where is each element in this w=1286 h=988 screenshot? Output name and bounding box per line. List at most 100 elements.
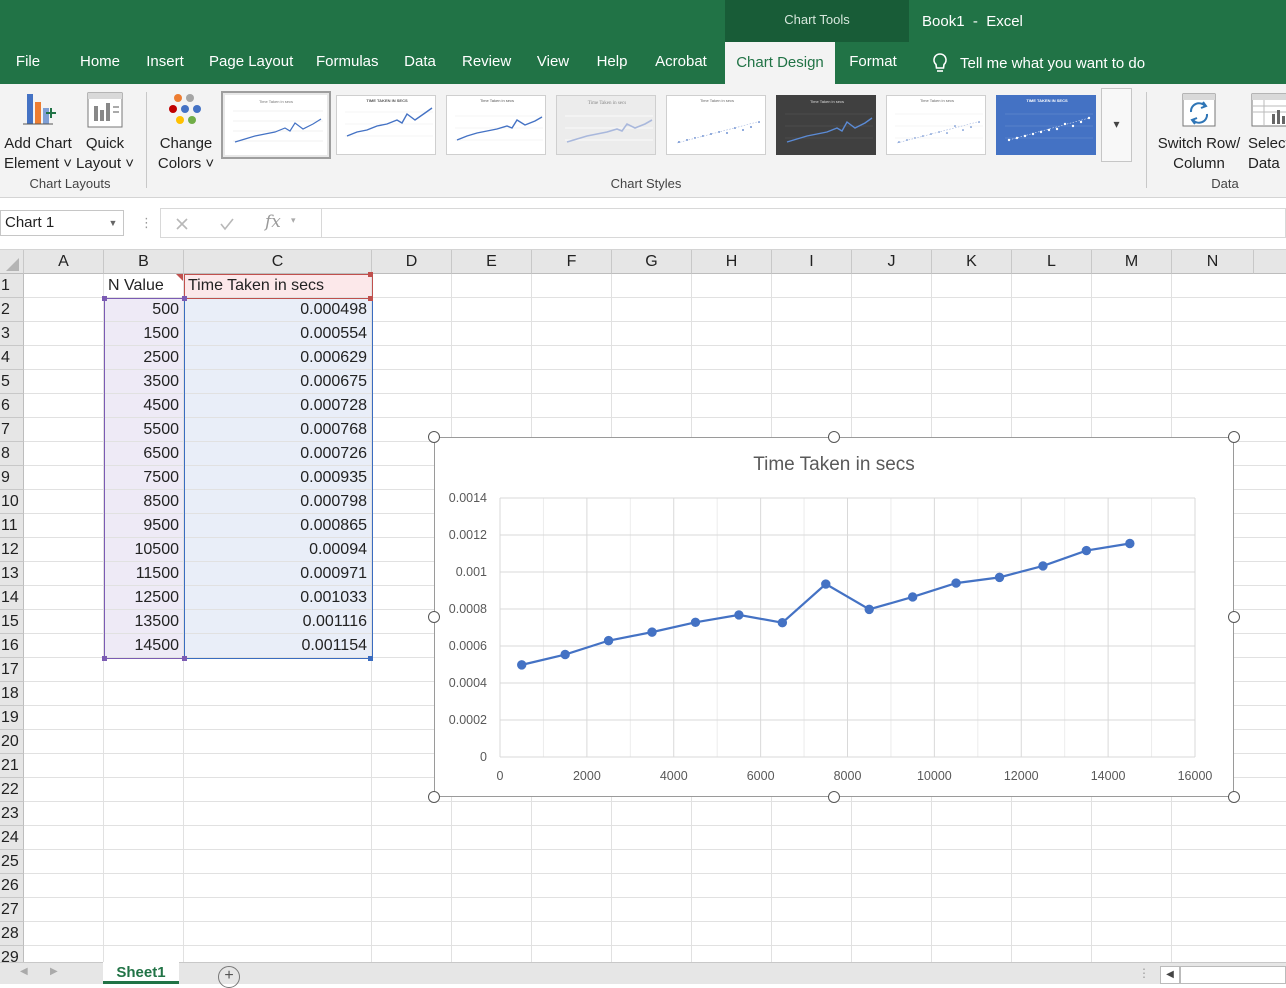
- data-point[interactable]: [603, 635, 614, 646]
- cell-I5[interactable]: [772, 370, 852, 394]
- column-header[interactable]: H: [692, 250, 772, 274]
- range-resize-handle[interactable]: [368, 272, 373, 277]
- cell-N1[interactable]: [1172, 274, 1286, 298]
- cell-J26[interactable]: [852, 874, 932, 898]
- cell-C18[interactable]: [184, 682, 372, 706]
- cell-A14[interactable]: [24, 586, 104, 610]
- cell-N23[interactable]: [1172, 802, 1286, 826]
- cell-D4[interactable]: [372, 346, 452, 370]
- cell-B20[interactable]: [104, 730, 184, 754]
- cell-K26[interactable]: [932, 874, 1012, 898]
- cell-I26[interactable]: [772, 874, 852, 898]
- cell-E2[interactable]: [452, 298, 532, 322]
- cell-A28[interactable]: [24, 922, 104, 946]
- cell-H6[interactable]: [692, 394, 772, 418]
- cell-G6[interactable]: [612, 394, 692, 418]
- column-header[interactable]: E: [452, 250, 532, 274]
- cell-A22[interactable]: [24, 778, 104, 802]
- cell-G24[interactable]: [612, 826, 692, 850]
- cell-I23[interactable]: [772, 802, 852, 826]
- cell-F6[interactable]: [532, 394, 612, 418]
- column-header[interactable]: I: [772, 250, 852, 274]
- row-header[interactable]: 23: [0, 802, 24, 826]
- cell-J5[interactable]: [852, 370, 932, 394]
- enter-icon[interactable]: [219, 217, 235, 231]
- data-point[interactable]: [864, 604, 874, 615]
- data-point[interactable]: [821, 579, 831, 589]
- cell-D23[interactable]: [372, 802, 452, 826]
- cell-M23[interactable]: [1092, 802, 1172, 826]
- cell-A10[interactable]: [24, 490, 104, 514]
- chart-style-1[interactable]: Time Taken in secs: [221, 91, 331, 159]
- cell-I6[interactable]: [772, 394, 852, 418]
- cell-A6[interactable]: [24, 394, 104, 418]
- cell-A18[interactable]: [24, 682, 104, 706]
- cell-J3[interactable]: [852, 322, 932, 346]
- cell-D1[interactable]: [372, 274, 452, 298]
- cell-C20[interactable]: [184, 730, 372, 754]
- cell-E23[interactable]: [452, 802, 532, 826]
- cell-A26[interactable]: [24, 874, 104, 898]
- cell-D25[interactable]: [372, 850, 452, 874]
- column-header[interactable]: D: [372, 250, 452, 274]
- chart-resize-handle[interactable]: [1228, 611, 1240, 623]
- chart-style-4[interactable]: Time Taken in secs: [556, 95, 656, 155]
- cell-F25[interactable]: [532, 850, 612, 874]
- cell-C29[interactable]: [184, 946, 372, 962]
- cell-K24[interactable]: [932, 826, 1012, 850]
- chart-resize-handle[interactable]: [428, 791, 440, 803]
- cell-A12[interactable]: [24, 538, 104, 562]
- column-header[interactable]: G: [612, 250, 692, 274]
- data-point[interactable]: [517, 660, 527, 670]
- cell-F27[interactable]: [532, 898, 612, 922]
- cell-D26[interactable]: [372, 874, 452, 898]
- tell-me-search[interactable]: Tell me what you want to do: [928, 42, 1145, 84]
- cell-G25[interactable]: [612, 850, 692, 874]
- cell-I3[interactable]: [772, 322, 852, 346]
- cell-L6[interactable]: [1012, 394, 1092, 418]
- cell-F4[interactable]: [532, 346, 612, 370]
- cell-L2[interactable]: [1012, 298, 1092, 322]
- row-header[interactable]: 26: [0, 874, 24, 898]
- tab-review[interactable]: Review: [456, 42, 516, 84]
- cell-I4[interactable]: [772, 346, 852, 370]
- cell-N27[interactable]: [1172, 898, 1286, 922]
- cell-A29[interactable]: [24, 946, 104, 962]
- scroll-sheets-left-icon[interactable]: ◀: [20, 966, 28, 977]
- data-point[interactable]: [907, 592, 918, 602]
- cell-A25[interactable]: [24, 850, 104, 874]
- row-header[interactable]: 28: [0, 922, 24, 946]
- cell-K1[interactable]: [932, 274, 1012, 298]
- row-header[interactable]: 2: [0, 298, 24, 322]
- tab-help[interactable]: Help: [590, 42, 634, 84]
- cell-B21[interactable]: [104, 754, 184, 778]
- cell-N6[interactable]: [1172, 394, 1286, 418]
- cell-A27[interactable]: [24, 898, 104, 922]
- cell-I27[interactable]: [772, 898, 852, 922]
- cell-E26[interactable]: [452, 874, 532, 898]
- cell-F26[interactable]: [532, 874, 612, 898]
- cell-M29[interactable]: [1092, 946, 1172, 962]
- row-header[interactable]: 20: [0, 730, 24, 754]
- cell-L25[interactable]: [1012, 850, 1092, 874]
- row-header[interactable]: 12: [0, 538, 24, 562]
- cell-A13[interactable]: [24, 562, 104, 586]
- row-header[interactable]: 9: [0, 466, 24, 490]
- horizontal-scrollbar[interactable]: [1180, 966, 1286, 984]
- data-point[interactable]: [1125, 538, 1135, 549]
- cell-K29[interactable]: [932, 946, 1012, 962]
- row-header[interactable]: 17: [0, 658, 24, 682]
- row-header[interactable]: 29: [0, 946, 24, 962]
- cell-C27[interactable]: [184, 898, 372, 922]
- series-line[interactable]: [521, 542, 1131, 666]
- header-n-value[interactable]: N Value: [104, 274, 184, 298]
- select-data-button[interactable]: Select Data: [1248, 90, 1286, 174]
- cell-A7[interactable]: [24, 418, 104, 442]
- cell-H26[interactable]: [692, 874, 772, 898]
- chart-resize-handle[interactable]: [1228, 791, 1240, 803]
- cell-A16[interactable]: [24, 634, 104, 658]
- row-header[interactable]: 13: [0, 562, 24, 586]
- chart-style-8[interactable]: TIME TAKEN IN SECS: [996, 95, 1096, 155]
- chart-style-3[interactable]: Time Taken in secs: [446, 95, 546, 155]
- cell-A24[interactable]: [24, 826, 104, 850]
